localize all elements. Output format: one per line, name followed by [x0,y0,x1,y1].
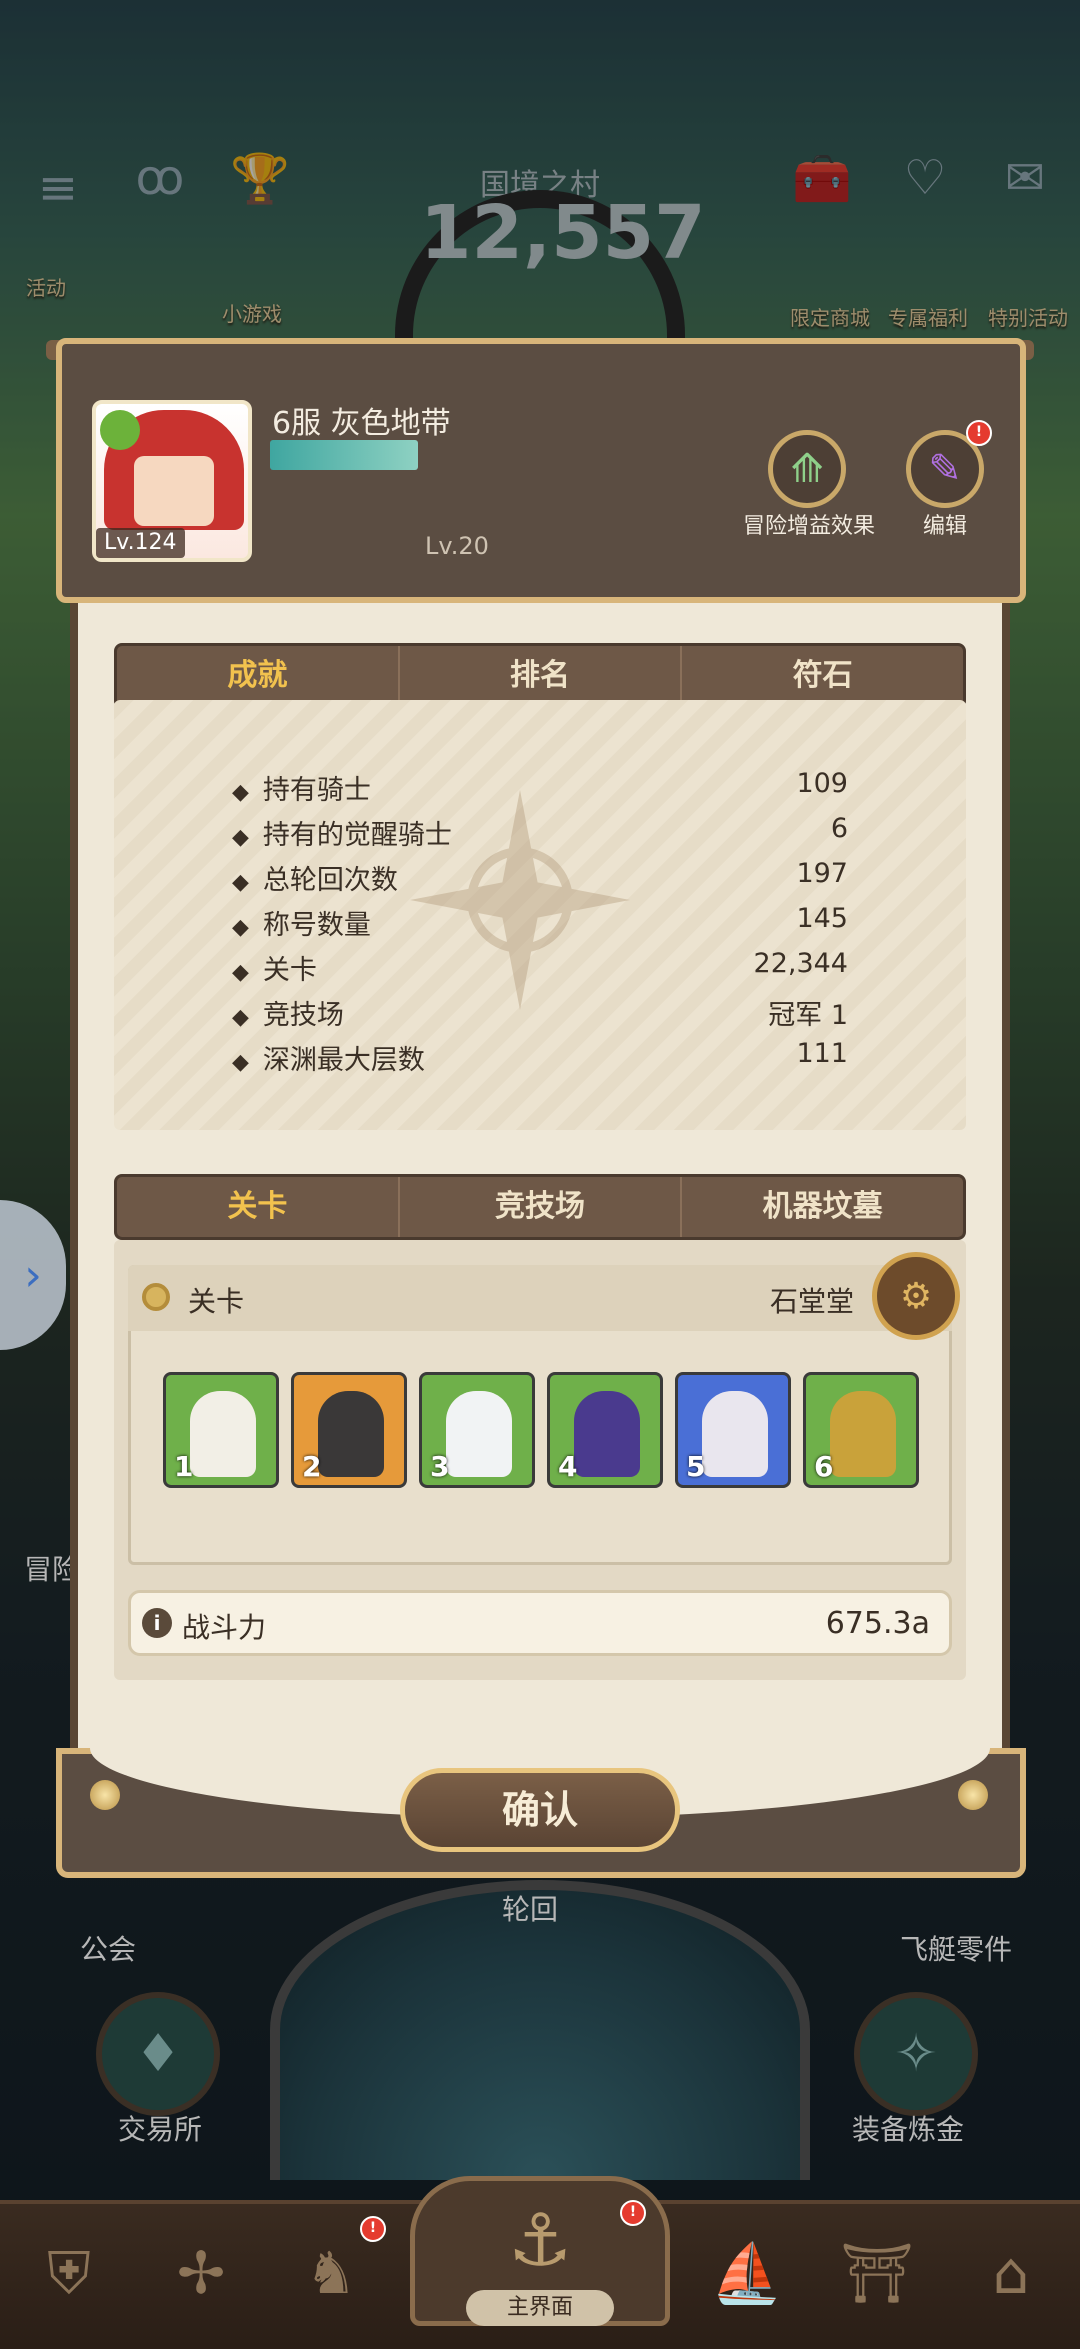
nav-store-icon[interactable]: ⌂ [956,2218,1066,2328]
stat-value: 冠军 1 [768,1000,848,1031]
hero-slot-number: 3 [430,1450,450,1483]
avatar-level: Lv.124 [96,528,185,558]
bg-label-guild: 公会 [80,1933,137,1966]
team-tabbar: 关卡 竞技场 机器坟墓 [114,1174,966,1240]
stat-row: 持有的觉醒骑士 6 [232,813,848,853]
stat-label: 总轮回次数 [232,858,398,898]
hero-card[interactable]: 3 [419,1372,535,1488]
stat-label: 称号数量 [232,903,371,943]
tab-achievements[interactable]: 成就 [117,646,398,706]
tab-runes[interactable]: 符石 [680,646,963,706]
hero-portrait [574,1391,640,1477]
edit-label: 编辑 [922,514,967,539]
guild-level: Lv.20 [425,532,489,560]
hero-portrait [830,1391,896,1477]
bg-label-airship-parts: 飞艇零件 [900,1933,1013,1966]
player-title-badge [270,440,418,470]
tab-ranking[interactable]: 排名 [397,646,681,706]
info-icon[interactable]: i [142,1608,172,1638]
hero-slot-number: 6 [814,1450,834,1483]
avatar-face [134,456,214,526]
stat-value: 111 [796,1038,848,1069]
hero-portrait [446,1391,512,1477]
hero-slot-number: 2 [302,1450,322,1483]
stat-value: 145 [796,903,848,934]
tab-arena[interactable]: 竞技场 [397,1177,681,1237]
nav-gate-icon[interactable]: ⛩ [822,2218,932,2328]
combat-power-label: 战斗力 [182,1611,267,1644]
adventure-buff-button[interactable]: ⟰ [768,430,846,508]
stat-label: 持有的觉醒骑士 [232,813,452,853]
alchemy-icon: ✧ [854,1992,978,2116]
rivet-left [90,1780,120,1810]
hero-portrait [702,1391,768,1477]
stage-label: 关卡 [188,1285,245,1318]
bg-label-exchange: 交易所 [118,2113,203,2146]
tab-stage[interactable]: 关卡 [117,1177,398,1237]
nav-ship-icon[interactable]: ⛵ [692,2218,802,2328]
gear-icon [142,1283,170,1311]
confirm-button[interactable]: 确认 [400,1768,680,1852]
stat-value: 197 [796,858,848,889]
stat-row: 竞技场 冠军 1 [232,993,848,1033]
hero-card[interactable]: 4 [547,1372,663,1488]
bg-label-rebirth: 轮回 [502,1893,559,1926]
stat-label: 关卡 [232,948,317,988]
hero-slot-number: 1 [174,1450,194,1483]
stat-row: 持有骑士 109 [232,768,848,808]
stat-label: 持有骑士 [232,768,371,808]
tab-machine-tomb[interactable]: 机器坟墓 [680,1177,963,1237]
hero-slot-number: 4 [558,1450,578,1483]
gem-icon: ♦ [96,1992,220,2116]
hero-portrait [318,1391,384,1477]
nav-shield-icon[interactable]: ⛨ [14,2218,124,2328]
hero-card[interactable]: 5 [675,1372,791,1488]
stat-row: 称号数量 145 [232,903,848,943]
stat-row: 关卡 22,344 [232,948,848,988]
stat-row: 总轮回次数 197 [232,858,848,898]
stat-value: 109 [796,768,848,799]
stat-row: 深渊最大层数 111 [232,1038,848,1078]
bg-label-alchemy: 装备炼金 [852,2113,965,2146]
anchor-icon: ⚓ [507,2198,573,2282]
nav-knight-alert-dot: ! [360,2216,386,2242]
player-name: 6服 灰色地带 [272,406,451,441]
stat-label: 竞技场 [232,993,344,1033]
hero-card[interactable]: 6 [803,1372,919,1488]
nav-home-alert-dot: ! [620,2200,646,2226]
hero-slot-number: 5 [686,1450,706,1483]
adventure-buff-label: 冒险增益效果 [742,514,875,539]
stage-location: 石堂堂 [770,1285,855,1318]
stat-value: 22,344 [753,948,848,979]
clover-icon [100,410,140,450]
nav-propeller-icon[interactable]: ✢ [146,2218,256,2328]
rivet-right [958,1780,988,1810]
stat-value: 6 [830,813,848,844]
hero-portrait [190,1391,256,1477]
stat-label: 深渊最大层数 [232,1038,425,1078]
nav-home-label: 主界面 [466,2290,614,2326]
hero-card[interactable]: 1 [163,1372,279,1488]
edit-alert-dot: ! [966,420,992,446]
hero-card[interactable]: 2 [291,1372,407,1488]
combat-power-value: 675.3a [825,1606,930,1641]
stage-emblem-icon: ⚙ [872,1252,960,1340]
